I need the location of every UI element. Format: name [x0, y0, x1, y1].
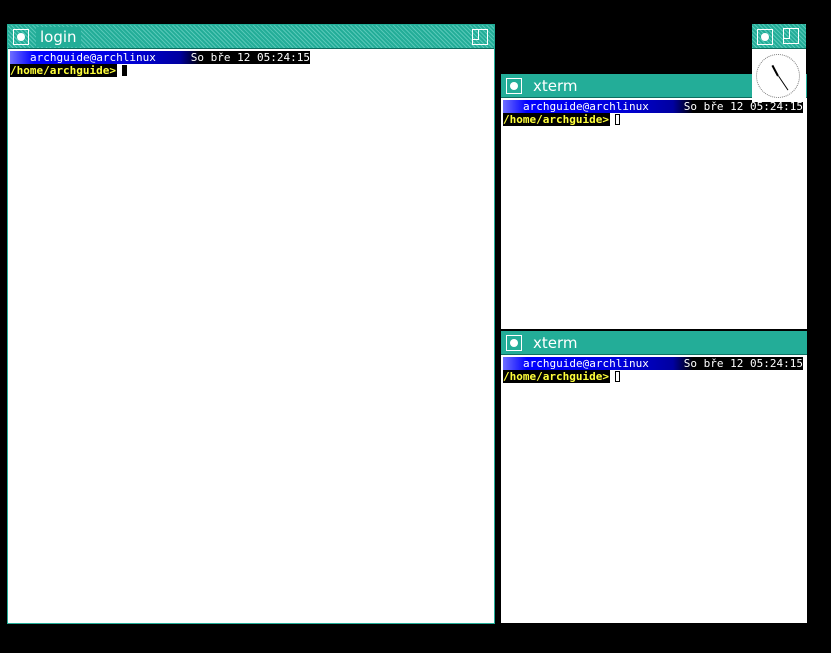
iconify-button-icon[interactable]	[13, 29, 29, 45]
prompt-line: /home/archguide>	[10, 64, 494, 77]
window-title: login	[36, 27, 81, 47]
terminal-area[interactable]: archguide@archlinux So bře 12 05:24:15 /…	[503, 357, 807, 623]
clock-titlebar[interactable]	[752, 24, 806, 49]
status-user: archguide@archlinux	[523, 357, 649, 370]
status-date: So bře 12 05:24:15	[190, 51, 310, 64]
status-bar: archguide@archlinux So bře 12 05:24:15	[503, 357, 803, 370]
window-title: xterm	[529, 76, 582, 96]
resize-button-icon[interactable]	[783, 28, 799, 44]
login-titlebar[interactable]: login	[8, 25, 494, 49]
login-window[interactable]: login archguide@archlinux So bře 12 05:2…	[7, 24, 495, 624]
shell-prompt: /home/archguide>	[503, 370, 610, 383]
text-cursor	[121, 65, 127, 76]
shell-prompt: /home/archguide>	[503, 113, 610, 126]
xterm-window-bottom[interactable]: xterm archguide@archlinux So bře 12 05:2…	[501, 331, 807, 623]
prompt-line: /home/archguide>	[503, 113, 807, 126]
iconify-button-icon[interactable]	[506, 335, 522, 351]
iconify-button-icon[interactable]	[757, 29, 773, 45]
resize-button-icon[interactable]	[472, 29, 488, 45]
clock-window[interactable]	[752, 24, 806, 102]
status-user: archguide@archlinux	[523, 100, 649, 113]
status-date: So bře 12 05:24:15	[683, 357, 803, 370]
shell-prompt: /home/archguide>	[10, 64, 117, 77]
status-user: archguide@archlinux	[30, 51, 156, 64]
text-cursor	[614, 371, 620, 382]
text-cursor	[614, 114, 620, 125]
xterm-window-top[interactable]: xterm archguide@archlinux So bře 12 05:2…	[501, 74, 807, 329]
hour-hand	[771, 64, 779, 77]
window-title: xterm	[529, 333, 582, 353]
terminal-area[interactable]: archguide@archlinux So bře 12 05:24:15 /…	[503, 100, 807, 329]
prompt-line: /home/archguide>	[503, 370, 807, 383]
status-bar: archguide@archlinux So bře 12 05:24:15	[10, 51, 310, 64]
xterm-titlebar[interactable]: xterm	[501, 331, 807, 355]
minute-hand	[778, 75, 789, 91]
terminal-area[interactable]: archguide@archlinux So bře 12 05:24:15 /…	[10, 51, 494, 623]
analog-clock-icon	[756, 54, 800, 98]
iconify-button-icon[interactable]	[506, 78, 522, 94]
